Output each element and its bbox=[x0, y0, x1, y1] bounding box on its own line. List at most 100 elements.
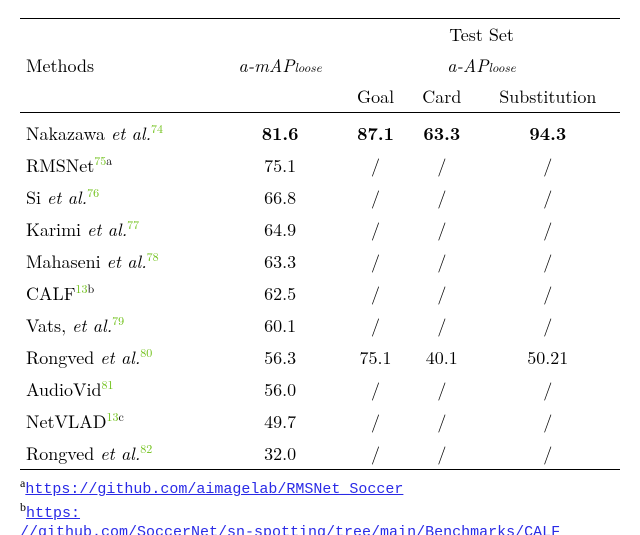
value-cell: / bbox=[408, 245, 476, 277]
footnote-a-link[interactable]: https://github.com/aimagelab/RMSNet_Socc… bbox=[25, 481, 403, 498]
citation-ref[interactable]: 77 bbox=[127, 216, 139, 233]
value-cell: / bbox=[408, 213, 476, 245]
footnote-b-link-0[interactable]: https: bbox=[26, 505, 80, 522]
header-sub: Substitution bbox=[476, 81, 620, 113]
value-cell: / bbox=[408, 181, 476, 213]
citation-ref[interactable]: 76 bbox=[87, 184, 99, 201]
table-row: RMSNet75a75.1/// bbox=[20, 149, 620, 181]
table-row: Rongved et al.8056.375.140.150.21 bbox=[20, 341, 620, 373]
value-cell: 94.3 bbox=[476, 117, 620, 149]
footnote-a: ahttps://github.com/aimagelab/RMSNet_Soc… bbox=[20, 476, 620, 500]
value-cell: / bbox=[476, 309, 620, 341]
citation-ref[interactable]: 13 bbox=[107, 408, 119, 425]
citation-ref[interactable]: 74 bbox=[151, 120, 163, 137]
value-cell: 75.1 bbox=[343, 341, 408, 373]
value-cell: 63.3 bbox=[408, 117, 476, 149]
value-cell: / bbox=[408, 437, 476, 470]
value-cell: / bbox=[408, 373, 476, 405]
method-cell: RMSNet75a bbox=[20, 149, 217, 181]
table-row: Nakazawa et al.7481.687.163.394.3 bbox=[20, 117, 620, 149]
method-name: NetVLAD bbox=[26, 409, 107, 434]
citation-ref[interactable]: 13 bbox=[76, 280, 88, 297]
value-cell: / bbox=[408, 405, 476, 437]
footnotes: ahttps://github.com/aimagelab/RMSNet_Soc… bbox=[20, 476, 620, 535]
method-name: Si bbox=[26, 185, 47, 210]
value-cell: / bbox=[343, 437, 408, 470]
method-etal: et al. bbox=[100, 441, 140, 466]
value-cell: / bbox=[343, 213, 408, 245]
table-row: AudioVid8156.0/// bbox=[20, 373, 620, 405]
value-cell: 81.6 bbox=[217, 117, 343, 149]
method-etal: et al. bbox=[47, 185, 87, 210]
value-cell: 63.3 bbox=[217, 245, 343, 277]
results-table: Methods a-mAPloose Test Set a-APloose Go… bbox=[20, 18, 620, 470]
value-cell: / bbox=[343, 373, 408, 405]
value-cell: 40.1 bbox=[408, 341, 476, 373]
value-cell: / bbox=[408, 309, 476, 341]
citation-ref[interactable]: 78 bbox=[147, 248, 159, 265]
table-row: Si et al.7666.8/// bbox=[20, 181, 620, 213]
method-name: Mahaseni bbox=[26, 249, 107, 274]
table-wrapper: Methods a-mAPloose Test Set a-APloose Go… bbox=[0, 0, 640, 535]
value-cell: / bbox=[476, 437, 620, 470]
header-methods: Methods bbox=[20, 19, 217, 113]
method-etal: et al. bbox=[87, 217, 127, 242]
header-goal: Goal bbox=[343, 81, 408, 113]
footnote-mark: a bbox=[106, 152, 112, 169]
value-cell: / bbox=[476, 149, 620, 181]
table-row: Rongved et al.8232.0/// bbox=[20, 437, 620, 470]
method-name: Karimi bbox=[26, 217, 87, 242]
method-cell: Rongved et al.82 bbox=[20, 437, 217, 470]
method-name: RMSNet bbox=[26, 153, 94, 178]
method-etal: et al. bbox=[111, 121, 151, 146]
method-cell: CALF13b bbox=[20, 277, 217, 309]
header-amap: a-mAPloose bbox=[217, 19, 343, 113]
header-row-1: Methods a-mAPloose Test Set bbox=[20, 19, 620, 51]
citation-ref[interactable]: 81 bbox=[102, 376, 114, 393]
value-cell: / bbox=[343, 405, 408, 437]
header-testset: Test Set bbox=[343, 19, 620, 51]
footnote-mark: b bbox=[88, 280, 95, 297]
value-cell: 56.3 bbox=[217, 341, 343, 373]
value-cell: / bbox=[476, 245, 620, 277]
footnote-b: bhttps: //github.com/SoccerNet/sn-spotti… bbox=[20, 500, 620, 535]
value-cell: 60.1 bbox=[217, 309, 343, 341]
value-cell: / bbox=[343, 277, 408, 309]
value-cell: / bbox=[343, 309, 408, 341]
method-cell: Mahaseni et al.78 bbox=[20, 245, 217, 277]
value-cell: / bbox=[476, 213, 620, 245]
method-name: Vats, bbox=[26, 313, 72, 338]
method-etal: et al. bbox=[100, 345, 140, 370]
citation-ref[interactable]: 75 bbox=[94, 152, 106, 169]
table-row: Vats, et al.7960.1/// bbox=[20, 309, 620, 341]
method-name: Rongved bbox=[26, 345, 100, 370]
value-cell: 32.0 bbox=[217, 437, 343, 470]
table-row: Karimi et al.7764.9/// bbox=[20, 213, 620, 245]
method-cell: Karimi et al.77 bbox=[20, 213, 217, 245]
citation-ref[interactable]: 82 bbox=[140, 440, 152, 457]
value-cell: 64.9 bbox=[217, 213, 343, 245]
value-cell: / bbox=[408, 277, 476, 309]
table-row: CALF13b62.5/// bbox=[20, 277, 620, 309]
method-name: Rongved bbox=[26, 441, 100, 466]
method-etal: et al. bbox=[107, 249, 147, 274]
footnote-b-link-1[interactable]: //github.com/SoccerNet/sn-spotting/tree/… bbox=[20, 524, 560, 535]
method-cell: AudioVid81 bbox=[20, 373, 217, 405]
value-cell: / bbox=[343, 245, 408, 277]
method-name: AudioVid bbox=[26, 377, 102, 402]
method-cell: NetVLAD13c bbox=[20, 405, 217, 437]
method-name: Nakazawa bbox=[26, 121, 111, 146]
method-name: CALF bbox=[26, 281, 76, 306]
value-cell: / bbox=[476, 277, 620, 309]
footnote-mark: c bbox=[119, 408, 124, 425]
value-cell: 49.7 bbox=[217, 405, 343, 437]
value-cell: 66.8 bbox=[217, 181, 343, 213]
value-cell: 75.1 bbox=[217, 149, 343, 181]
citation-ref[interactable]: 79 bbox=[112, 312, 124, 329]
value-cell: / bbox=[476, 373, 620, 405]
header-card: Card bbox=[408, 81, 476, 113]
citation-ref[interactable]: 80 bbox=[140, 344, 152, 361]
value-cell: 62.5 bbox=[217, 277, 343, 309]
value-cell: / bbox=[476, 181, 620, 213]
method-cell: Rongved et al.80 bbox=[20, 341, 217, 373]
